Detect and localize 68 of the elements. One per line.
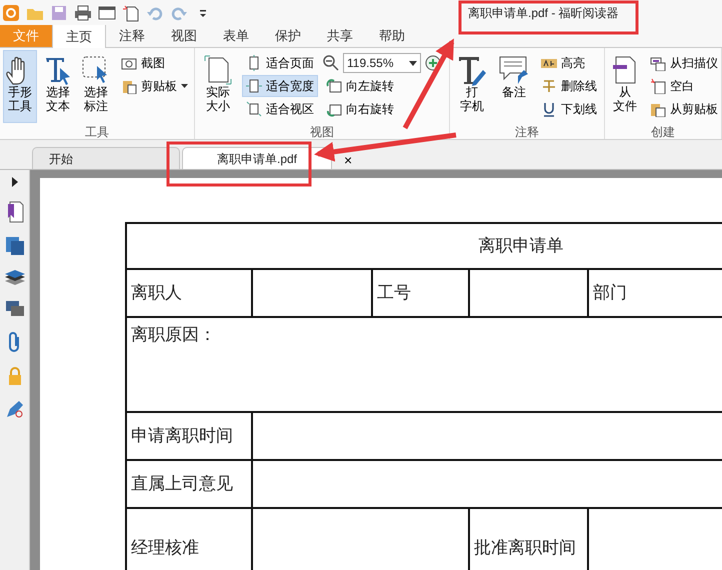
close-button[interactable]: × <box>340 152 356 168</box>
underline-icon <box>541 101 557 117</box>
scanner-icon <box>650 55 666 71</box>
ribbon-button[interactable]: 从剪贴板 <box>646 98 722 120</box>
menu-tab[interactable]: 帮助 <box>366 24 418 47</box>
layers-icon[interactable] <box>4 269 26 287</box>
typewriter-icon <box>456 54 488 86</box>
group-label: 工具 <box>84 124 110 139</box>
table-cell: 离职申请单 <box>126 223 722 269</box>
pages-icon[interactable] <box>4 236 24 256</box>
zoom-out-icon[interactable] <box>322 54 340 72</box>
expand-icon[interactable] <box>10 176 18 188</box>
pen-icon[interactable] <box>4 399 24 419</box>
table-cell: 工号 <box>372 269 469 317</box>
table-cell: 直属上司意见 <box>126 460 252 508</box>
ribbon-button[interactable]: 适合视区 <box>242 98 318 120</box>
fit-view-icon <box>246 101 262 117</box>
ribbon-button[interactable]: 选择 标注 <box>79 50 113 123</box>
menu-tab[interactable]: 注释 <box>106 24 158 47</box>
ribbon-button[interactable]: 选择 文本 <box>41 50 75 123</box>
ribbon-button[interactable]: 打 字机 <box>453 50 491 123</box>
ribbon-button[interactable]: 从扫描仪 <box>646 52 722 74</box>
ribbon-button[interactable]: 高亮 <box>537 52 601 74</box>
comments-icon[interactable] <box>4 300 24 318</box>
table-cell: 申请离职时间 <box>126 412 252 460</box>
document-tab[interactable]: 离职申请单.pdf <box>182 147 332 169</box>
ribbon-button[interactable]: 向右旋转 <box>322 98 442 120</box>
new-page-icon[interactable] <box>122 4 140 22</box>
ribbon-button[interactable]: 从 文件 <box>608 50 642 123</box>
ribbon-button[interactable]: 实际 大小 <box>198 50 238 123</box>
ribbon-button[interactable]: 截图 <box>117 52 192 74</box>
fit-width-icon <box>246 78 262 94</box>
blank-page-icon <box>650 78 666 94</box>
ribbon-button[interactable]: 空白 <box>646 75 722 97</box>
menu-tab[interactable]: 保护 <box>262 24 314 47</box>
table-cell: 离职原因： <box>126 317 722 412</box>
print-icon[interactable] <box>74 4 92 22</box>
menu-tab[interactable]: 视图 <box>158 24 210 47</box>
ribbon-button[interactable]: 下划线 <box>537 98 601 120</box>
ribbon-button[interactable]: 适合页面 <box>242 52 318 74</box>
document-tab[interactable]: 开始 <box>32 147 180 169</box>
clipboard-icon <box>650 101 666 117</box>
ribbon-button[interactable]: 手形 工具 <box>3 50 37 123</box>
zoom-in-icon[interactable] <box>424 54 442 72</box>
menu-tab[interactable]: 主页 <box>52 24 106 48</box>
ribbon-button[interactable]: 适合宽度 <box>242 75 318 97</box>
bookmark-icon[interactable] <box>6 201 24 223</box>
table-cell: 离职人 <box>126 269 252 317</box>
clipboard-icon <box>121 78 137 94</box>
ribbon-button[interactable]: 向左旋转 <box>322 75 442 97</box>
table-cell: 经理核准 <box>126 508 252 570</box>
window-icon[interactable] <box>98 4 116 22</box>
rotate-left-icon <box>326 78 342 94</box>
ribbon-button[interactable]: 备注 <box>495 50 533 123</box>
zoom-field[interactable]: 119.55% <box>343 53 421 73</box>
strikethrough-icon <box>541 78 557 94</box>
ribbon-button[interactable]: 删除线 <box>537 75 601 97</box>
group-label: 创建 <box>650 124 676 139</box>
menu-tab[interactable]: 表单 <box>210 24 262 47</box>
paperclip-icon[interactable] <box>8 331 22 353</box>
ribbon-button[interactable]: 剪贴板 <box>117 75 192 97</box>
window-title: 离职申请单.pdf - 福昕阅读器 <box>468 5 619 22</box>
dropdown-icon <box>409 60 417 66</box>
page-icon <box>202 54 234 86</box>
group-label: 视图 <box>309 124 335 139</box>
speech-bubble-icon <box>498 54 530 86</box>
menu-tab[interactable]: 共享 <box>314 24 366 47</box>
group-label: 注释 <box>514 124 540 139</box>
